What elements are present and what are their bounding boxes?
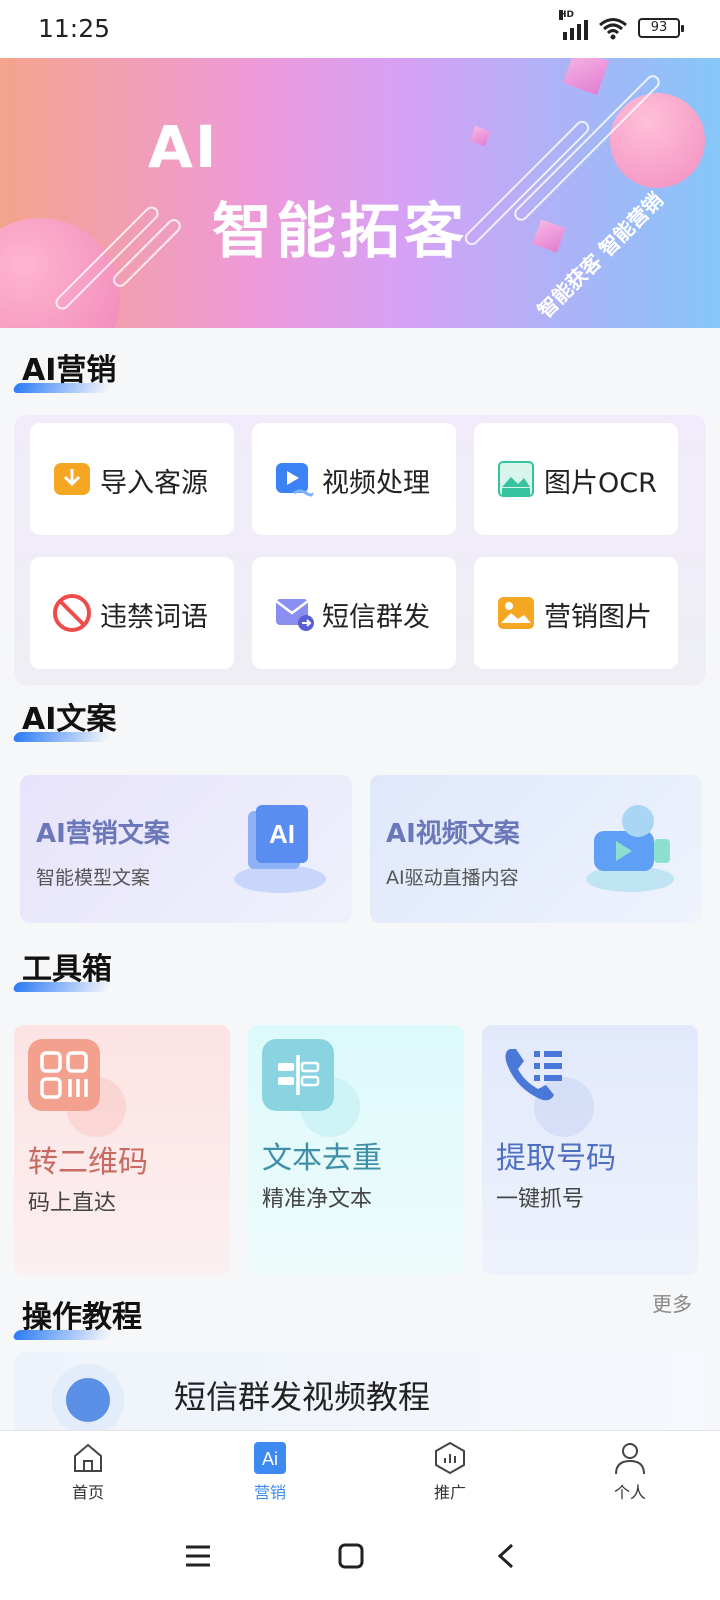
status-bar: 11:25 HD 93 bbox=[0, 0, 720, 58]
nav-label: 营销 bbox=[253, 1483, 286, 1502]
section-title-text: AI营销 bbox=[22, 353, 117, 388]
menu-icon[interactable] bbox=[184, 1542, 212, 1570]
ai-item-label: 视频处理 bbox=[322, 468, 430, 499]
banner-ai-text: AI bbox=[148, 113, 219, 181]
ai-item-label: 图片OCR bbox=[544, 468, 657, 499]
tool-subtitle: 码上直达 bbox=[28, 1191, 117, 1216]
text-dedup-icon bbox=[262, 1039, 334, 1111]
nav-tab-promotion[interactable]: 推广 bbox=[400, 1441, 500, 1503]
copy-card-subtitle: AI驱动直播内容 bbox=[386, 867, 519, 889]
home-icon bbox=[74, 1443, 102, 1472]
decor-cube bbox=[562, 58, 610, 96]
section-title-text: 工具箱 bbox=[22, 952, 112, 987]
ai-item-marketing-image[interactable]: 营销图片 bbox=[474, 557, 678, 669]
tool-title: 提取号码 bbox=[496, 1141, 616, 1176]
tool-text-dedup[interactable]: 文本去重 精准净文本 bbox=[248, 1025, 464, 1275]
ai-video-copy-card[interactable]: AI视频文案 AI驱动直播内容 bbox=[370, 775, 702, 923]
ai-item-import-source[interactable]: 导入客源 bbox=[30, 423, 234, 535]
forbidden-icon bbox=[52, 593, 92, 633]
video-icon bbox=[274, 459, 314, 499]
battery-icon: 93 bbox=[638, 18, 684, 38]
tool-subtitle: 精准净文本 bbox=[262, 1187, 373, 1212]
signal-icon: HD bbox=[559, 10, 588, 40]
hexagon-chart-icon bbox=[435, 1441, 465, 1475]
section-title-tutorial: 操作教程 bbox=[12, 1292, 142, 1340]
tutorial-icon-inner bbox=[66, 1378, 110, 1422]
qr-code-icon bbox=[28, 1039, 100, 1111]
decor-cube bbox=[469, 125, 491, 147]
ai-item-forbidden-words[interactable]: 违禁词语 bbox=[30, 557, 234, 669]
svg-text:Ai: Ai bbox=[262, 1449, 278, 1469]
tutorial-item[interactable]: 短信群发视频教程 bbox=[14, 1352, 706, 1432]
system-nav-bar bbox=[0, 1520, 720, 1600]
decor-circle bbox=[0, 218, 120, 328]
ai-marketing-panel: 导入客源 视频处理 图片OCR 违禁词语 短信群发 营销图片 bbox=[14, 415, 706, 685]
hero-banner[interactable]: AI 智能拓客 智能获客 智能营销 bbox=[0, 58, 720, 328]
phone-list-icon bbox=[505, 1049, 562, 1101]
banner-tag: 智能获客 智能营销 bbox=[532, 187, 668, 323]
section-title-toolbox: 工具箱 bbox=[12, 944, 112, 992]
nav-label: 首页 bbox=[71, 1483, 104, 1502]
nav-label: 推广 bbox=[433, 1483, 466, 1502]
tutorial-item-title: 短信群发视频教程 bbox=[174, 1378, 431, 1416]
wifi-icon bbox=[599, 18, 627, 40]
sms-icon bbox=[274, 593, 314, 633]
image-icon bbox=[496, 593, 536, 633]
home-square-icon[interactable] bbox=[337, 1542, 365, 1570]
nav-tab-home[interactable]: 首页 bbox=[38, 1441, 138, 1503]
section-title-ai-copy: AI文案 bbox=[12, 694, 117, 742]
ai-marketing-copy-card[interactable]: AI营销文案 智能模型文案 AI bbox=[20, 775, 352, 923]
ai-item-label: 短信群发 bbox=[322, 602, 430, 633]
nav-label: 个人 bbox=[613, 1483, 646, 1502]
status-time: 11:25 bbox=[38, 14, 111, 43]
tutorial-icon bbox=[52, 1364, 124, 1432]
video-camera-icon bbox=[586, 805, 674, 892]
ai-item-image-ocr[interactable]: 图片OCR bbox=[474, 423, 678, 535]
svg-text:AI: AI bbox=[269, 819, 295, 849]
back-icon[interactable] bbox=[492, 1542, 520, 1570]
nav-tab-marketing[interactable]: Ai 营销 bbox=[220, 1441, 320, 1503]
ai-cube-icon: AI bbox=[234, 805, 326, 893]
ai-item-sms-broadcast[interactable]: 短信群发 bbox=[252, 557, 456, 669]
tool-extract-number[interactable]: 提取号码 一键抓号 bbox=[482, 1025, 698, 1275]
status-icons: HD 93 bbox=[559, 10, 684, 40]
ai-item-label: 违禁词语 bbox=[100, 602, 208, 633]
tutorial-more-link[interactable]: 更多 bbox=[652, 1288, 692, 1317]
ai-item-label: 导入客源 bbox=[100, 468, 208, 499]
ai-item-label: 营销图片 bbox=[544, 602, 652, 633]
tool-title: 转二维码 bbox=[28, 1145, 148, 1180]
copy-card-title: AI营销文案 bbox=[36, 819, 170, 849]
ocr-icon bbox=[496, 459, 536, 499]
tool-title: 文本去重 bbox=[262, 1141, 382, 1176]
section-title-text: AI文案 bbox=[22, 702, 117, 737]
ai-tab-icon: Ai bbox=[254, 1442, 286, 1474]
decor-cube bbox=[532, 219, 566, 253]
bottom-nav: 首页 Ai 营销 推广 个人 bbox=[0, 1430, 720, 1520]
banner-title: 智能拓客 bbox=[212, 197, 468, 267]
copy-card-title: AI视频文案 bbox=[386, 819, 520, 849]
nav-tab-profile[interactable]: 个人 bbox=[580, 1441, 680, 1503]
tool-subtitle: 一键抓号 bbox=[496, 1187, 585, 1212]
section-title-text: 操作教程 bbox=[22, 1300, 142, 1335]
copy-card-subtitle: 智能模型文案 bbox=[36, 867, 151, 889]
user-icon bbox=[615, 1443, 645, 1475]
network-label: HD bbox=[559, 10, 575, 20]
import-icon bbox=[52, 459, 92, 499]
section-title-ai-marketing: AI营销 bbox=[12, 345, 117, 393]
tool-qr-code[interactable]: 转二维码 码上直达 bbox=[14, 1025, 230, 1275]
ai-item-video-processing[interactable]: 视频处理 bbox=[252, 423, 456, 535]
